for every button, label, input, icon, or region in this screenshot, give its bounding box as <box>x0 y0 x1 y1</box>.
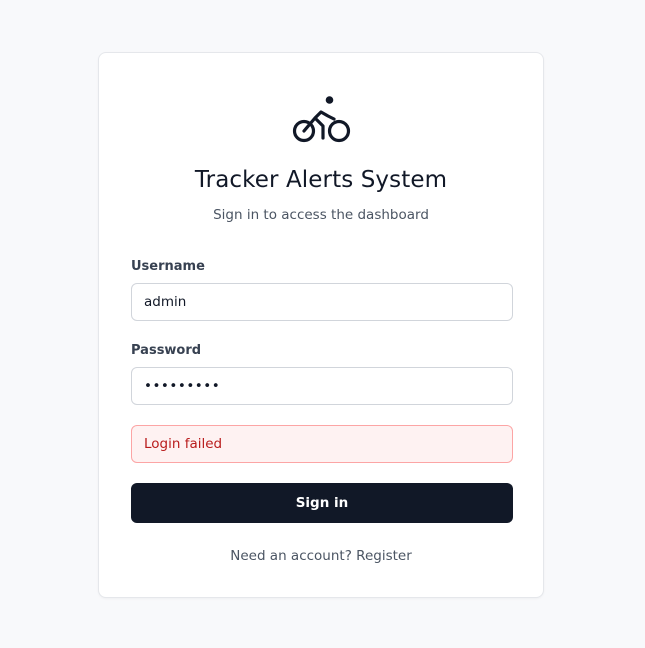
register-prompt: Need an account? Register <box>99 548 543 564</box>
register-prompt-text: Need an account? <box>230 548 352 564</box>
username-label: Username <box>131 259 205 274</box>
page-subtitle: Sign in to access the dashboard <box>213 207 429 223</box>
password-input[interactable] <box>131 367 513 405</box>
bicycle-icon <box>292 96 351 143</box>
register-link[interactable]: Register <box>356 548 412 564</box>
password-label: Password <box>131 343 202 358</box>
login-card: Tracker Alerts System Sign in to access … <box>98 52 544 598</box>
error-alert: Login failed <box>131 425 513 463</box>
page-title: Tracker Alerts System <box>194 167 448 193</box>
sign-in-button[interactable]: Sign in <box>131 483 513 523</box>
username-input[interactable] <box>131 283 513 321</box>
